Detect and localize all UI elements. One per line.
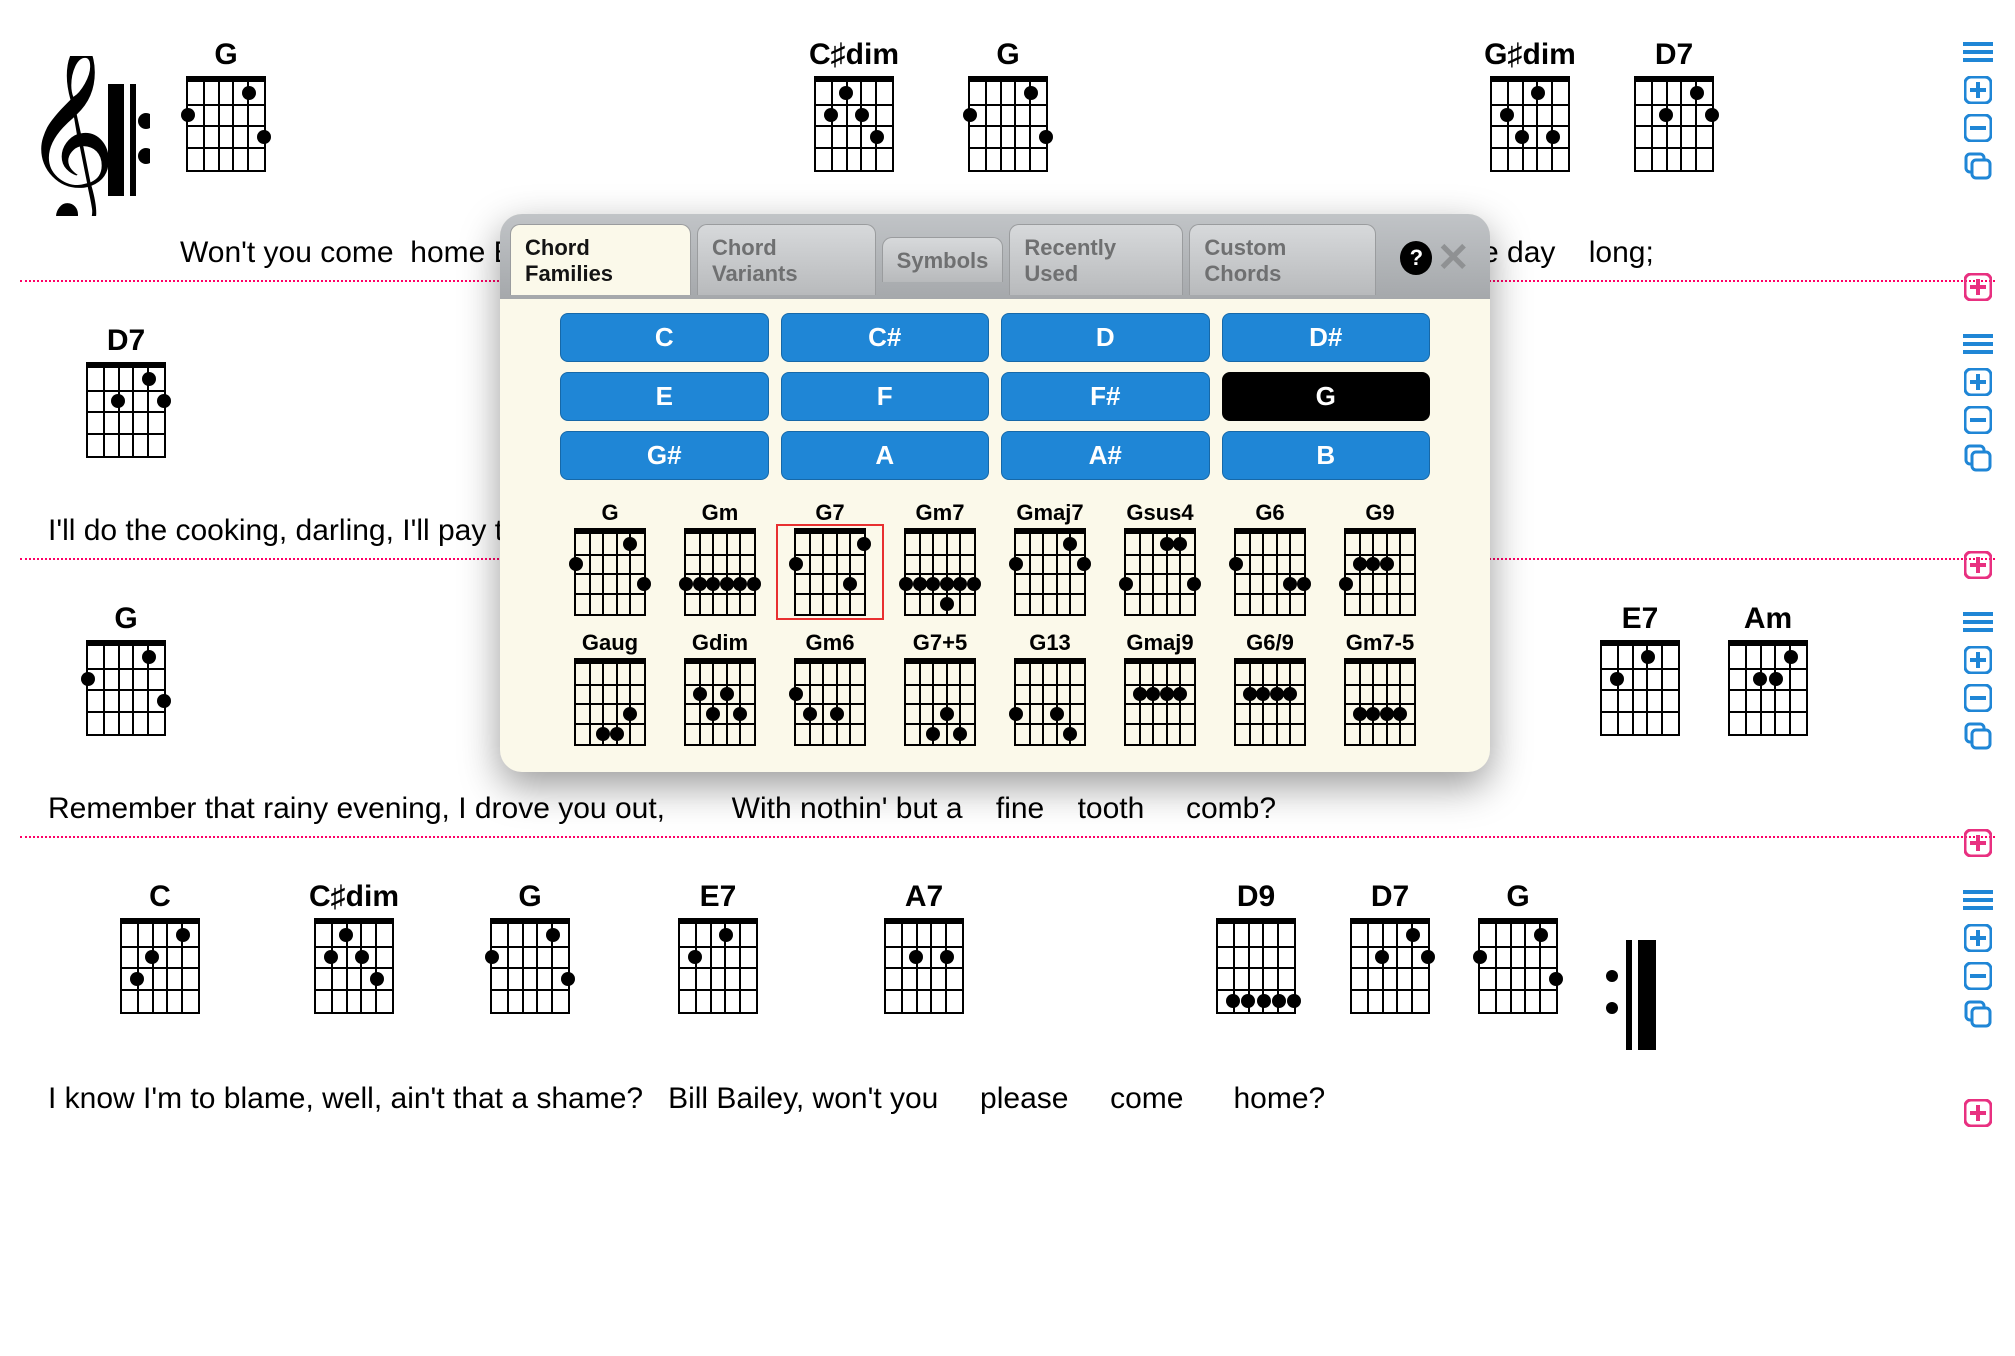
- copy-line-button[interactable]: [1961, 720, 1995, 752]
- root-D[interactable]: D: [1001, 313, 1210, 362]
- chord-Csharpdim[interactable]: C♯dim: [308, 880, 400, 1014]
- family-Gmaj9[interactable]: Gmaj9: [1110, 630, 1210, 746]
- drag-handle-icon[interactable]: [1961, 328, 1995, 360]
- close-icon[interactable]: ✕: [1432, 235, 1474, 281]
- family-Gm[interactable]: Gm: [670, 500, 770, 616]
- line-controls: [1961, 606, 1995, 752]
- add-line-button[interactable]: [1961, 74, 1995, 106]
- chord-picker-modal: Chord Families Chord Variants Symbols Re…: [500, 214, 1490, 772]
- add-line-button[interactable]: [1961, 366, 1995, 398]
- chord-G[interactable]: G: [180, 38, 272, 172]
- chord-D9[interactable]: D9: [1210, 880, 1302, 1014]
- root-note-grid: CC#DD# EFF#G G#AA#B: [560, 313, 1430, 480]
- root-Asharp[interactable]: A#: [1001, 431, 1210, 480]
- root-C[interactable]: C: [560, 313, 769, 362]
- family-Gaug[interactable]: Gaug: [560, 630, 660, 746]
- root-Csharp[interactable]: C#: [781, 313, 990, 362]
- sheet-line: C C♯dim G E7 A7: [20, 868, 1995, 1126]
- tab-chord-families[interactable]: Chord Families: [510, 224, 691, 295]
- remove-line-button[interactable]: [1961, 960, 1995, 992]
- line-controls: [1961, 36, 1995, 182]
- chord-D7[interactable]: D7: [1628, 38, 1720, 172]
- modal-body: CC#DD#EFF#GG#AA#B GGmG7Gm7Gmaj7Gsus4G6G9…: [500, 299, 1490, 772]
- add-section-button[interactable]: [1961, 828, 1995, 858]
- chord-E7[interactable]: E7: [672, 880, 764, 1014]
- root-B[interactable]: B: [1222, 431, 1431, 480]
- copy-line-button[interactable]: [1961, 442, 1995, 474]
- lyrics[interactable]: Remember that rainy evening, I drove you…: [48, 792, 1935, 826]
- tab-chord-variants[interactable]: Chord Variants: [697, 224, 876, 295]
- tab-recently-used[interactable]: Recently Used: [1009, 224, 1183, 295]
- add-line-button[interactable]: [1961, 922, 1995, 954]
- family-G9[interactable]: G9: [1330, 500, 1430, 616]
- root-Gsharp[interactable]: G#: [560, 431, 769, 480]
- remove-line-button[interactable]: [1961, 112, 1995, 144]
- lyrics[interactable]: I know I'm to blame, well, ain't that a …: [48, 1082, 1935, 1116]
- root-G[interactable]: G: [1222, 372, 1431, 421]
- family-G75[interactable]: G7+5: [890, 630, 990, 746]
- remove-line-button[interactable]: [1961, 682, 1995, 714]
- family-G7[interactable]: G7: [780, 500, 880, 616]
- drag-handle-icon[interactable]: [1961, 36, 1995, 68]
- root-E[interactable]: E: [560, 372, 769, 421]
- treble-clef-icon: 𝄞: [30, 56, 150, 216]
- svg-text:𝄞: 𝄞: [30, 56, 117, 216]
- root-A[interactable]: A: [781, 431, 990, 480]
- chord-G[interactable]: G: [484, 880, 576, 1014]
- family-Gsus4[interactable]: Gsus4: [1110, 500, 1210, 616]
- clef-repeat-start: 𝄞: [48, 56, 132, 216]
- copy-line-button[interactable]: [1961, 998, 1995, 1030]
- add-section-button[interactable]: [1961, 1098, 1995, 1128]
- chord-A7[interactable]: A7: [878, 880, 970, 1014]
- chord-G[interactable]: G: [80, 602, 172, 736]
- family-Gdim[interactable]: Gdim: [670, 630, 770, 746]
- family-G13[interactable]: G13: [1000, 630, 1100, 746]
- root-Dsharp[interactable]: D#: [1222, 313, 1431, 362]
- chord-C[interactable]: C: [114, 880, 206, 1014]
- family-Gm7[interactable]: Gm7: [890, 500, 990, 616]
- add-line-button[interactable]: [1961, 644, 1995, 676]
- add-section-button[interactable]: [1961, 550, 1995, 580]
- chord-G-2[interactable]: G: [962, 38, 1054, 172]
- line-controls: [1961, 884, 1995, 1030]
- line-controls: [1961, 328, 1995, 474]
- help-button[interactable]: ?: [1400, 241, 1432, 275]
- root-Fsharp[interactable]: F#: [1001, 372, 1210, 421]
- chord-Csharpdim[interactable]: C♯dim: [808, 38, 900, 172]
- add-section-button[interactable]: [1961, 272, 1995, 302]
- family-Gm75[interactable]: Gm7-5: [1330, 630, 1430, 746]
- repeat-end-symbol: [1600, 922, 1656, 1050]
- chord-D7[interactable]: D7: [1344, 880, 1436, 1014]
- tab-custom-chords[interactable]: Custom Chords: [1189, 224, 1376, 295]
- chord-G[interactable]: G: [1472, 880, 1564, 1014]
- drag-handle-icon[interactable]: [1961, 606, 1995, 638]
- tab-symbols[interactable]: Symbols: [882, 237, 1004, 282]
- family-Gm6[interactable]: Gm6: [780, 630, 880, 746]
- remove-line-button[interactable]: [1961, 404, 1995, 436]
- root-F[interactable]: F: [781, 372, 990, 421]
- chord-Am[interactable]: Am: [1722, 602, 1814, 736]
- modal-tabs: Chord Families Chord Variants Symbols Re…: [500, 214, 1490, 299]
- family-G[interactable]: G: [560, 500, 660, 616]
- chord-family-grid: GGmG7Gm7Gmaj7Gsus4G6G9 GaugGdimGm6G7+5G13…: [560, 500, 1430, 746]
- copy-line-button[interactable]: [1961, 150, 1995, 182]
- family-Gmaj7[interactable]: Gmaj7: [1000, 500, 1100, 616]
- family-G69[interactable]: G6/9: [1220, 630, 1320, 746]
- drag-handle-icon[interactable]: [1961, 884, 1995, 916]
- chord-Gsharpdim[interactable]: G♯dim: [1484, 38, 1576, 172]
- chord-D7[interactable]: D7: [80, 324, 172, 458]
- chord-E7[interactable]: E7: [1594, 602, 1686, 736]
- family-G6[interactable]: G6: [1220, 500, 1320, 616]
